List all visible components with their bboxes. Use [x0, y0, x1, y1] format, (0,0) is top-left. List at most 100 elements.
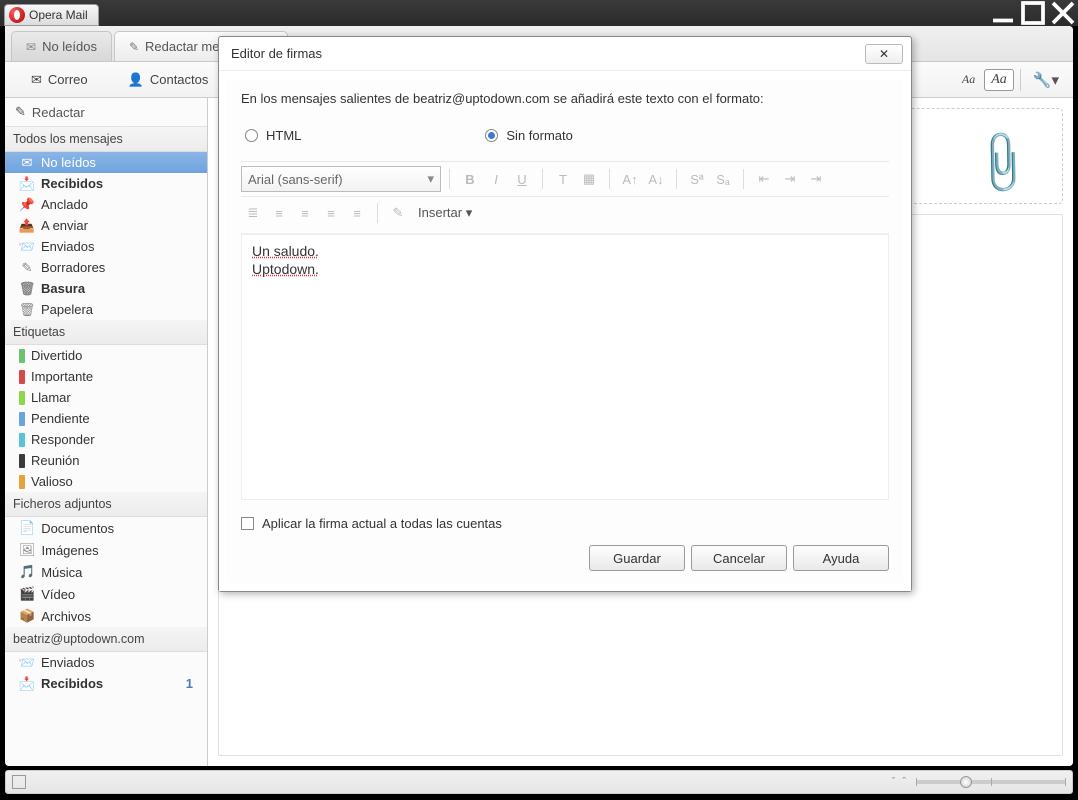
- sidebar-account-header[interactable]: beatriz@uptodown.com: [5, 627, 207, 652]
- indent-more-button[interactable]: ⇥: [804, 167, 828, 191]
- panel-toggle-icon[interactable]: [12, 775, 26, 789]
- sidebar-item-label: Vídeo: [41, 587, 75, 602]
- italic-button[interactable]: I: [484, 167, 508, 191]
- sidebar-item-label: Valioso: [31, 474, 73, 489]
- window-minimize-button[interactable]: [988, 3, 1018, 23]
- inbox-icon: 📩: [19, 677, 35, 691]
- align-center-button[interactable]: ≡: [293, 201, 317, 225]
- radio-label: HTML: [266, 128, 301, 143]
- sidebar-item-label: Enviados: [41, 655, 94, 670]
- sidebar-label-important[interactable]: Importante: [5, 366, 207, 387]
- mail-icon: ✉: [26, 40, 36, 54]
- toolbar-mail[interactable]: ✉ Correo: [13, 68, 106, 92]
- sidebar-attach-music[interactable]: 🎵Música: [5, 561, 207, 583]
- label-color-icon: [19, 349, 25, 363]
- sidebar-item-label: A enviar: [41, 218, 88, 233]
- sidebar-attach-video[interactable]: 🎬 Vídeo: [5, 583, 207, 605]
- apply-all-checkbox[interactable]: [241, 517, 254, 530]
- image-icon: 🖼: [19, 542, 36, 558]
- sidebar-header-all: Todos los mensajes: [5, 127, 207, 152]
- sidebar-item-label: Enviados: [41, 239, 94, 254]
- sidebar-label-call[interactable]: Llamar: [5, 387, 207, 408]
- status-bar: ˇ ˆ: [5, 770, 1073, 794]
- pen-icon: ✎: [129, 40, 139, 54]
- sidebar-item-outbox[interactable]: 📤 A enviar: [5, 215, 207, 236]
- window-maximize-button[interactable]: [1018, 3, 1048, 23]
- sidebar-compose[interactable]: ✎ Redactar: [5, 98, 207, 127]
- sidebar-label-meeting[interactable]: Reunión: [5, 450, 207, 471]
- trash-icon: 🗑: [19, 282, 35, 296]
- sidebar-account-sent[interactable]: 📨 Enviados: [5, 652, 207, 673]
- attachment-clip-icon[interactable]: 📎: [965, 125, 1040, 200]
- sidebar-item-label: Papelera: [41, 302, 93, 317]
- cancel-button[interactable]: Cancelar: [691, 545, 787, 571]
- superscript-button[interactable]: Sª: [685, 167, 709, 191]
- font-decrease-button[interactable]: A↓: [644, 167, 668, 191]
- align-justify-button[interactable]: ≡: [345, 201, 369, 225]
- align-right-button[interactable]: ≡: [319, 201, 343, 225]
- window-close-button[interactable]: [1048, 3, 1078, 23]
- sidebar-item-pinned[interactable]: 📌 Anclado: [5, 194, 207, 215]
- label-color-icon: [19, 433, 25, 447]
- align-left-button[interactable]: ≡: [267, 201, 291, 225]
- sidebar-label-pending[interactable]: Pendiente: [5, 408, 207, 429]
- toolbar-mail-label: Correo: [48, 72, 88, 87]
- sidebar-item-bin[interactable]: 🗑 Papelera: [5, 299, 207, 320]
- help-button[interactable]: Ayuda: [793, 545, 889, 571]
- inbox-icon: 📩: [19, 177, 35, 191]
- sidebar-item-drafts[interactable]: ✎ Borradores: [5, 257, 207, 278]
- sidebar-label-reply[interactable]: Responder: [5, 429, 207, 450]
- label-color-icon: [19, 454, 25, 468]
- underline-button[interactable]: U: [510, 167, 534, 191]
- nav-arrows-icon[interactable]: ˇ ˆ: [892, 776, 908, 788]
- sidebar-compose-label: Redactar: [32, 105, 85, 120]
- tab-unread-label: No leídos: [42, 39, 97, 54]
- bgcolor-button[interactable]: ▦: [577, 167, 601, 191]
- tab-unread[interactable]: ✉ No leídos: [11, 31, 112, 61]
- radio-plain[interactable]: Sin formato: [481, 128, 572, 143]
- sidebar-attach-images[interactable]: 🖼Imágenes: [5, 539, 207, 561]
- sidebar-item-sent[interactable]: 📨 Enviados: [5, 236, 207, 257]
- video-icon: 🎬: [19, 586, 35, 602]
- clear-format-button[interactable]: ✎: [386, 201, 410, 225]
- toolbar-divider: [1020, 69, 1021, 91]
- insert-label: Insertar: [418, 205, 462, 220]
- textcolor-button[interactable]: T: [551, 167, 575, 191]
- radio-html[interactable]: HTML: [241, 128, 301, 143]
- list-bullet-button[interactable]: ≣: [241, 201, 265, 225]
- font-family-select[interactable]: Arial (sans-serif): [241, 166, 441, 192]
- subscript-button[interactable]: Sₐ: [711, 167, 735, 191]
- insert-dropdown[interactable]: Insertar ▾: [418, 205, 472, 221]
- sidebar-account-received[interactable]: 📩 Recibidos 1: [5, 673, 207, 694]
- dialog-close-button[interactable]: ✕: [865, 44, 903, 64]
- sent-icon: 📨: [19, 656, 35, 670]
- indent-button[interactable]: ⇥: [778, 167, 802, 191]
- signature-line: Un saludo.: [252, 243, 319, 259]
- save-button[interactable]: Guardar: [589, 545, 685, 571]
- toolbar-contacts[interactable]: 👤 Contactos: [110, 68, 227, 92]
- sidebar-attach-docs[interactable]: 📄Documentos: [5, 517, 207, 539]
- bold-button[interactable]: B: [458, 167, 482, 191]
- sidebar-attach-files[interactable]: 📦Archivos: [5, 605, 207, 627]
- sidebar-item-trash[interactable]: 🗑 Basura: [5, 278, 207, 299]
- toolbar-contacts-label: Contactos: [150, 72, 209, 87]
- sidebar-label-fun[interactable]: Divertido: [5, 345, 207, 366]
- radio-label: Sin formato: [506, 128, 572, 143]
- signature-textarea[interactable]: Un saludo. Uptodown.: [241, 234, 889, 500]
- opera-logo-icon: [9, 7, 25, 23]
- titlebar-app-tab[interactable]: Opera Mail: [4, 4, 99, 26]
- settings-wrench-icon[interactable]: 🔧▾: [1027, 71, 1065, 89]
- unread-count: 1: [186, 676, 193, 691]
- sidebar-item-label: Documentos: [41, 521, 114, 536]
- outdent-button[interactable]: ⇤: [752, 167, 776, 191]
- sidebar-label-valuable[interactable]: Valioso: [5, 471, 207, 492]
- font-size-small[interactable]: Aa: [955, 69, 982, 91]
- font-increase-button[interactable]: A↑: [618, 167, 642, 191]
- sidebar-item-label: Recibidos: [41, 676, 103, 691]
- zoom-slider[interactable]: [916, 780, 1066, 784]
- font-size-large[interactable]: Aa: [984, 69, 1014, 91]
- sidebar-item-received[interactable]: 📩 Recibidos: [5, 173, 207, 194]
- zoom-thumb[interactable]: [960, 776, 972, 788]
- pin-icon: 📌: [19, 198, 35, 212]
- sidebar-item-unread[interactable]: ✉ No leídos: [5, 152, 207, 173]
